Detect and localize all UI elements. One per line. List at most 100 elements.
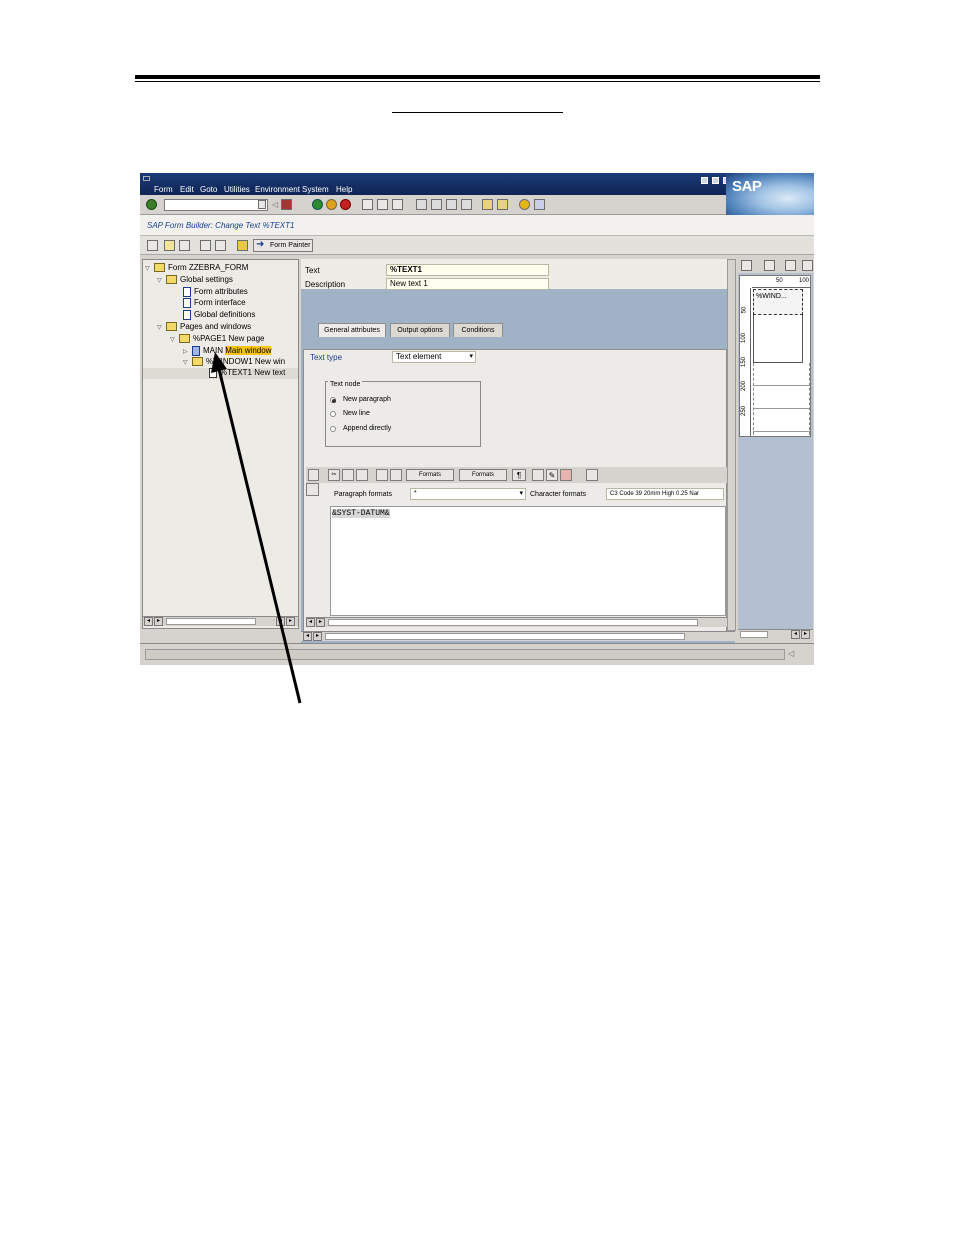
tree-node-window1[interactable]: ▽ %WINDOW1 New win bbox=[183, 357, 285, 368]
back-icon[interactable] bbox=[312, 199, 323, 210]
dropdown-icon[interactable]: ▾ bbox=[469, 352, 473, 362]
collapse-icon[interactable]: ▽ bbox=[145, 265, 154, 272]
collapse-icon[interactable]: ▽ bbox=[183, 359, 192, 366]
scroll-thumb[interactable] bbox=[166, 618, 256, 625]
check-syntax-icon[interactable] bbox=[586, 469, 598, 481]
menu-utilities[interactable]: Utilities bbox=[224, 185, 250, 194]
tree-node-global-settings[interactable]: ▽ Global settings bbox=[157, 275, 233, 286]
scroll-thumb[interactable] bbox=[328, 619, 698, 626]
tree-node-global-definitions[interactable]: Global definitions bbox=[183, 310, 255, 321]
scroll-left-icon[interactable]: ◂ bbox=[276, 617, 285, 626]
help-icon[interactable] bbox=[519, 199, 530, 210]
delete-icon[interactable] bbox=[560, 469, 572, 481]
menu-system[interactable]: System bbox=[302, 185, 329, 194]
editor-mode-icon[interactable] bbox=[306, 483, 319, 496]
print-icon[interactable] bbox=[362, 199, 373, 210]
paragraph-formats-button[interactable]: Formats bbox=[406, 469, 454, 481]
test-icon[interactable] bbox=[179, 240, 190, 251]
tree-node-main[interactable]: ▷ MAIN Main window bbox=[183, 346, 272, 357]
text-editor[interactable]: &SYST-DATUM& bbox=[330, 506, 726, 616]
graphics-icon[interactable] bbox=[237, 240, 248, 251]
insert-field-icon[interactable] bbox=[532, 469, 544, 481]
find-icon[interactable] bbox=[377, 199, 388, 210]
painter-horizontal-scrollbar[interactable]: ◂ ▸ bbox=[738, 629, 813, 639]
tab-conditions[interactable]: Conditions bbox=[453, 323, 503, 337]
text-name-field[interactable]: %TEXT1 bbox=[386, 264, 549, 276]
menu-environment[interactable]: Environment bbox=[255, 185, 300, 194]
tree-node-form-attributes[interactable]: Form attributes bbox=[183, 287, 248, 298]
scroll-right-icon[interactable]: ▸ bbox=[313, 632, 322, 641]
find-icon[interactable] bbox=[376, 469, 388, 481]
expand-icon[interactable]: ▷ bbox=[183, 348, 192, 355]
collapse-icon[interactable]: ▽ bbox=[157, 277, 166, 284]
scroll-left-icon[interactable]: ◂ bbox=[306, 618, 315, 627]
layout-menu-icon[interactable] bbox=[534, 199, 545, 210]
other-object-icon[interactable] bbox=[147, 240, 158, 251]
tree-node-text1[interactable]: %TEXT1 New text bbox=[143, 368, 298, 379]
tree-node-form-interface[interactable]: Form interface bbox=[183, 298, 246, 309]
tree-node-form[interactable]: ▽ Form ZZEBRA_FORM bbox=[145, 263, 248, 274]
editor-horizontal-scrollbar[interactable]: ◂ ▸ bbox=[306, 617, 732, 627]
dropdown-icon[interactable]: ▾ bbox=[519, 489, 523, 499]
menu-goto[interactable]: Goto bbox=[200, 185, 217, 194]
scroll-thumb[interactable] bbox=[325, 633, 685, 640]
activate-icon[interactable] bbox=[200, 240, 211, 251]
tab-output-options[interactable]: Output options bbox=[390, 323, 450, 337]
replace-icon[interactable] bbox=[390, 469, 402, 481]
radio-new-paragraph[interactable] bbox=[330, 397, 336, 403]
grid-icon[interactable] bbox=[764, 260, 775, 271]
cancel-icon[interactable] bbox=[340, 199, 351, 210]
create-session-icon[interactable] bbox=[482, 199, 493, 210]
pilcrow-icon[interactable]: ¶ bbox=[512, 469, 526, 481]
menu-form[interactable]: Form bbox=[154, 185, 173, 194]
panel-horizontal-scrollbar[interactable]: ◂ ▸ bbox=[301, 631, 735, 641]
scroll-left-icon[interactable]: ◂ bbox=[144, 617, 153, 626]
scroll-right-icon[interactable]: ▸ bbox=[801, 630, 810, 639]
tree-node-page1[interactable]: ▽ %PAGE1 New page bbox=[170, 334, 264, 345]
paste-icon[interactable] bbox=[356, 469, 368, 481]
menu-help[interactable]: Help bbox=[336, 185, 352, 194]
copy-window-icon[interactable] bbox=[785, 260, 796, 271]
first-page-icon[interactable] bbox=[416, 199, 427, 210]
enter-icon[interactable] bbox=[146, 199, 157, 210]
character-formats-select[interactable]: C3 Code 39 20mm High 0.25 Nar bbox=[606, 488, 724, 500]
status-arrow-icon[interactable]: ◁ bbox=[788, 649, 794, 658]
scroll-right-icon[interactable]: ▸ bbox=[286, 617, 295, 626]
pencil-icon[interactable]: ✎ bbox=[546, 469, 558, 481]
next-page-icon[interactable] bbox=[446, 199, 457, 210]
cursor-icon[interactable] bbox=[802, 260, 813, 271]
radio-new-line[interactable] bbox=[330, 411, 336, 417]
character-formats-button[interactable]: Formats bbox=[459, 469, 507, 481]
radio-append-directly[interactable] bbox=[330, 426, 336, 432]
painter-vertical-scrollbar[interactable] bbox=[727, 259, 736, 631]
display-icon[interactable] bbox=[215, 240, 226, 251]
tree-horizontal-scrollbar[interactable]: ◂ ▸ ◂ ▸ bbox=[143, 616, 298, 626]
description-field[interactable]: New text 1 bbox=[386, 278, 549, 290]
copy-icon[interactable] bbox=[342, 469, 354, 481]
cut-icon[interactable]: ✂ bbox=[328, 469, 340, 481]
scroll-right-icon[interactable]: ▸ bbox=[154, 617, 163, 626]
exit-icon[interactable] bbox=[326, 199, 337, 210]
menu-edit[interactable]: Edit bbox=[180, 185, 194, 194]
check-icon[interactable] bbox=[164, 240, 175, 251]
find-next-icon[interactable] bbox=[392, 199, 403, 210]
collapse-icon[interactable]: ▽ bbox=[170, 336, 179, 343]
shortcut-icon[interactable] bbox=[497, 199, 508, 210]
tree-node-pages-windows[interactable]: ▽ Pages and windows bbox=[157, 322, 251, 333]
history-icon[interactable] bbox=[258, 200, 266, 209]
change-editor-icon[interactable] bbox=[308, 469, 319, 481]
text-type-select[interactable]: Text element ▾ bbox=[392, 351, 476, 363]
maximize-button[interactable] bbox=[712, 177, 719, 184]
form-painter-button[interactable]: ➜ Form Painter bbox=[253, 239, 313, 252]
scroll-thumb[interactable] bbox=[740, 631, 768, 638]
scroll-left-icon[interactable]: ◂ bbox=[791, 630, 800, 639]
minimize-button[interactable] bbox=[701, 177, 708, 184]
paragraph-formats-select[interactable]: * ▾ bbox=[410, 488, 526, 500]
command-field[interactable] bbox=[164, 199, 268, 211]
painter-tool-icon[interactable] bbox=[741, 260, 752, 271]
collapse-icon[interactable]: ▽ bbox=[157, 324, 166, 331]
previous-page-icon[interactable] bbox=[431, 199, 442, 210]
scroll-right-icon[interactable]: ▸ bbox=[316, 618, 325, 627]
tab-general-attributes[interactable]: General attributes bbox=[318, 323, 386, 337]
scroll-left-icon[interactable]: ◂ bbox=[303, 632, 312, 641]
